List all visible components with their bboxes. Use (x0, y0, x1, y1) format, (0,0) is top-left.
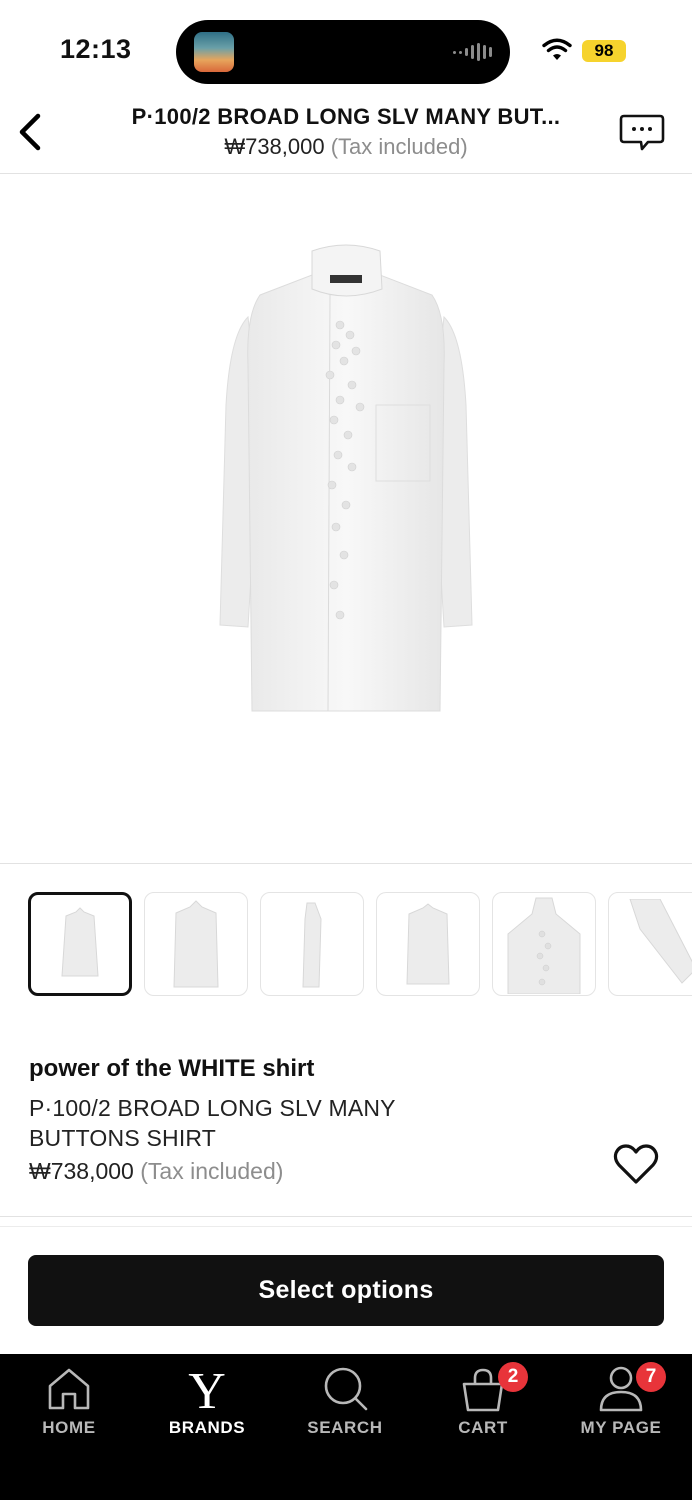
thumbnail-collar-detail[interactable] (492, 892, 596, 996)
shirt-image (219, 244, 473, 712)
cart-badge: 2 (498, 1362, 528, 1392)
product-price: ₩738,000 (29, 1158, 134, 1184)
select-options-button[interactable]: Select options (28, 1255, 664, 1326)
tab-search[interactable]: SEARCH (276, 1354, 414, 1454)
product-collection: power of the WHITE shirt (29, 1055, 315, 1082)
divider (0, 863, 692, 864)
product-tax-note: (Tax included) (140, 1158, 284, 1184)
header-title: P·100/2 BROAD LONG SLV MANY BUT... (131, 104, 561, 129)
thumbnail-front[interactable] (28, 892, 132, 996)
tab-my-page[interactable]: 7 MY PAGE (552, 1354, 690, 1454)
thumbnail-back[interactable] (376, 892, 480, 996)
tab-search-label: SEARCH (307, 1418, 383, 1437)
divider (0, 1226, 692, 1227)
tab-brands-label: BRANDS (168, 1418, 246, 1437)
product-name: P·100/2 BROAD LONG SLV MANY BUTTONS SHIR… (29, 1095, 396, 1151)
tab-my-page-label: MY PAGE (580, 1418, 662, 1437)
back-arrow-icon[interactable] (14, 110, 44, 154)
product-price-row: ₩738,000 (Tax included) (29, 1158, 283, 1185)
divider (0, 1216, 692, 1217)
bottom-tab-bar: HOME Y BRANDS SEARCH 2 CART 7 MY PAGE (0, 1354, 692, 1500)
header-tax-note: (Tax included) (330, 134, 468, 159)
tab-cart[interactable]: 2 CART (414, 1354, 552, 1454)
brand-y-icon: Y (188, 1364, 226, 1412)
status-time: 12:13 (60, 34, 132, 64)
product-header: P·100/2 BROAD LONG SLV MANY BUT... ₩738,… (0, 96, 692, 174)
thumbnail-strip[interactable] (28, 892, 692, 998)
tab-cart-label: CART (458, 1418, 508, 1437)
tab-home-label: HOME (42, 1418, 96, 1437)
thumbnail-side[interactable] (260, 892, 364, 996)
my-page-badge: 7 (636, 1362, 666, 1392)
header-price-row: ₩738,000 (Tax included) (70, 134, 622, 160)
search-icon (324, 1367, 368, 1411)
status-bar: 12:13 98 (0, 0, 692, 100)
tab-home[interactable]: HOME (0, 1354, 138, 1454)
dynamic-island (176, 20, 510, 84)
audio-wave-icon (453, 42, 492, 62)
svg-text:Y: Y (188, 1364, 226, 1412)
thumbnail-front-close[interactable] (144, 892, 248, 996)
wifi-icon (542, 38, 572, 60)
chat-icon[interactable] (618, 112, 666, 154)
tab-brands[interactable]: Y BRANDS (138, 1354, 276, 1454)
heart-outline-icon[interactable] (612, 1142, 660, 1186)
thumbnail-sleeve-detail[interactable] (608, 892, 692, 996)
home-icon (48, 1368, 90, 1410)
product-main-image[interactable] (0, 175, 692, 863)
battery-indicator: 98 (582, 40, 626, 62)
now-playing-artwork (194, 32, 234, 72)
header-price: ₩738,000 (224, 134, 325, 159)
